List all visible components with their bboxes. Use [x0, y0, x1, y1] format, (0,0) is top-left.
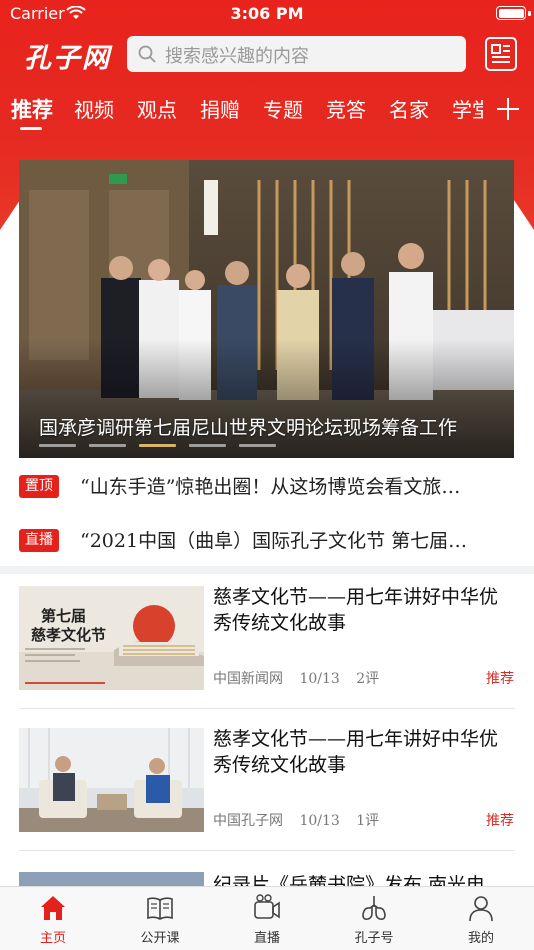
search-placeholder: 搜索感兴趣的内容 — [165, 46, 309, 67]
book-icon — [147, 897, 173, 920]
tabbar-open-course[interactable]: 公开课 — [107, 887, 213, 950]
tab-recommend[interactable]: 推荐 — [11, 94, 53, 124]
home-icon — [41, 896, 65, 920]
banner-carousel[interactable]: 国承彦调研第七届尼山世界文明论坛现场筹备工作 — [19, 160, 514, 458]
tab-opinion[interactable]: 观点 — [137, 94, 177, 123]
banner-caption: 国承彦调研第七届尼山世界文明论坛现场筹备工作 — [39, 417, 458, 439]
carousel-dot — [239, 444, 276, 447]
newspaper-icon — [491, 44, 510, 63]
battery-tip — [528, 11, 531, 16]
divider — [19, 850, 515, 851]
tab-topics[interactable]: 专题 — [263, 94, 303, 123]
search-input[interactable]: 搜索感兴趣的内容 — [127, 36, 466, 72]
tabbar-mine[interactable]: 我的 — [428, 887, 534, 950]
battery-icon — [496, 6, 526, 20]
article-thumbnail: 第七届 慈孝文化节 — [19, 586, 204, 690]
article-date: 10/13 — [299, 671, 340, 687]
thumbnail-title-line1: 第七届 — [41, 607, 86, 625]
headline-row-pinned[interactable]: 置顶 “山东手造”惊艳出圈！从这场博览会看文旅… — [0, 461, 534, 511]
headline-text: “2021中国（曲阜）国际孔子文化节 第七届… — [80, 530, 468, 552]
article-card-partial[interactable]: 纪录片《岳麓书院》发布 南光电 — [0, 866, 534, 888]
recommend-label: 推荐 — [486, 813, 514, 829]
article-card[interactable]: 慈孝文化节——用七年讲好中华优秀传统文化故事 中国孔子网 10/13 1评 推荐 — [0, 716, 534, 858]
article-source: 中国新闻网 — [213, 671, 283, 687]
tabbar-home[interactable]: 主页 — [0, 887, 106, 950]
article-card[interactable]: 第七届 慈孝文化节 慈孝文化节——用七年讲好中华优秀传统文化故事 中国新闻网 1… — [0, 574, 534, 716]
article-comments: 2评 — [356, 671, 380, 687]
bottom-tab-bar: 主页 公开课 直播 孔子号 我的 — [0, 886, 534, 950]
lungs-icon — [362, 896, 386, 920]
tab-video[interactable]: 视频 — [74, 94, 114, 123]
tabbar-label: 公开课 — [140, 931, 180, 946]
carousel-dot — [89, 444, 126, 447]
article-comments: 1评 — [356, 813, 380, 829]
article-thumbnail — [19, 728, 204, 832]
app-logo: 孔子网 — [24, 43, 111, 74]
search-icon — [138, 45, 156, 63]
newspaper-button[interactable] — [485, 37, 517, 71]
article-title: 慈孝文化节——用七年讲好中华优秀传统文化故事 — [213, 586, 499, 634]
tabbar-label: 我的 — [467, 931, 494, 946]
live-camera-icon — [254, 894, 280, 919]
article-title: 慈孝文化节——用七年讲好中华优秀传统文化故事 — [213, 728, 499, 776]
article-date: 10/13 — [299, 813, 340, 829]
article-meta: 中国新闻网 10/13 2评 — [213, 668, 515, 688]
tabbar-label: 主页 — [39, 931, 66, 946]
add-channel-icon[interactable] — [493, 94, 523, 124]
divider — [19, 708, 515, 709]
tab-study[interactable]: 学堂 — [452, 94, 483, 123]
person-icon — [469, 896, 493, 922]
tab-quiz[interactable]: 竞答 — [326, 94, 366, 123]
tabbar-live[interactable]: 直播 — [214, 887, 320, 950]
article-meta: 中国孔子网 10/13 1评 — [213, 810, 515, 830]
carousel-dot — [39, 444, 76, 447]
headline-row-live[interactable]: 直播 “2021中国（曲阜）国际孔子文化节 第七届… — [0, 515, 534, 565]
thumbnail-title-line2: 慈孝文化节 — [31, 626, 106, 644]
tabbar-kongzi-hao[interactable]: 孔子号 — [321, 887, 427, 950]
tabbar-label: 直播 — [253, 931, 280, 946]
carousel-dot-active — [139, 444, 176, 447]
live-badge: 直播 — [19, 529, 59, 552]
article-source: 中国孔子网 — [213, 813, 283, 829]
recommend-label: 推荐 — [486, 671, 514, 687]
tab-overflow-clip: 学堂 — [452, 92, 483, 134]
tabbar-label: 孔子号 — [354, 931, 394, 946]
tab-masters[interactable]: 名家 — [389, 94, 429, 123]
section-separator — [0, 566, 534, 574]
headline-text: “山东手造”惊艳出圈！从这场博览会看文旅… — [80, 476, 461, 498]
tab-donation[interactable]: 捐赠 — [200, 94, 240, 123]
carousel-dot — [189, 444, 226, 447]
status-bar: Carrier 3:06 PM — [0, 0, 534, 28]
active-tab-indicator — [20, 127, 42, 130]
status-time: 3:06 PM — [230, 4, 304, 23]
channel-tabs: 推荐 视频 观点 捐赠 专题 竞答 名家 学堂 — [0, 92, 534, 134]
pinned-badge: 置顶 — [19, 475, 59, 498]
